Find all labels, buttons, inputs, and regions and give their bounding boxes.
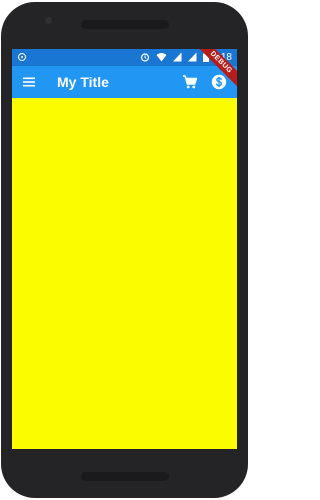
wifi-icon xyxy=(156,53,167,62)
app-title: My Title xyxy=(57,74,109,90)
signal-icon xyxy=(173,52,182,62)
dollar-coin-icon[interactable] xyxy=(211,74,227,90)
front-camera xyxy=(45,17,52,24)
status-icons xyxy=(138,52,209,63)
body-content-area xyxy=(12,98,237,449)
phone-screen: 6:18 My Title DEBUG xyxy=(12,49,237,449)
phone-frame: 6:18 My Title DEBUG xyxy=(1,2,248,498)
bottom-speaker xyxy=(81,472,169,481)
alarm-icon xyxy=(140,53,150,62)
signal-icon xyxy=(188,52,197,62)
notification-circle-icon xyxy=(18,53,26,61)
earpiece-speaker xyxy=(81,20,169,29)
shopping-cart-icon[interactable] xyxy=(182,74,198,90)
app-bar: My Title xyxy=(12,66,237,98)
menu-icon[interactable] xyxy=(22,75,36,89)
